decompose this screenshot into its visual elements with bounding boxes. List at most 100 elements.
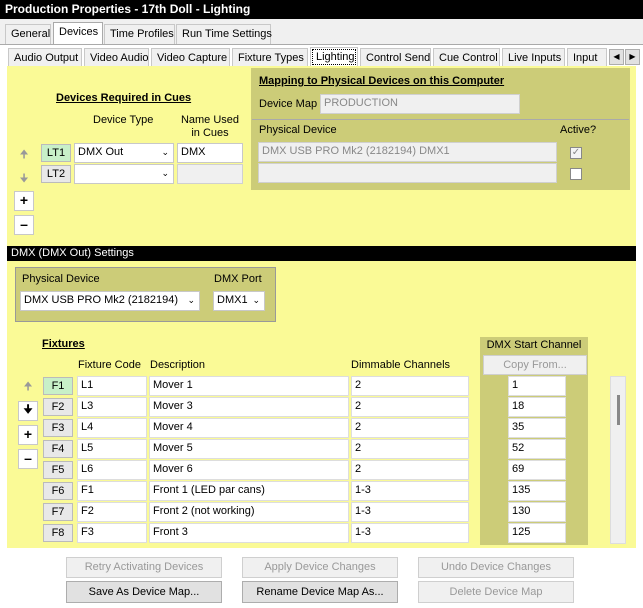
start-channel-cell[interactable]: 35: [508, 418, 566, 438]
copy-from-button[interactable]: Copy From...: [483, 355, 587, 375]
physical-device-select-1[interactable]: DMX USB PRO Mk2 (2182194) DMX1: [258, 142, 557, 162]
chevron-down-icon: ⌄: [187, 295, 195, 305]
rename-device-map-button[interactable]: Rename Device Map As...: [242, 581, 398, 603]
device-map-label: Device Map: [259, 98, 318, 110]
name-used-input-1[interactable]: DMX: [177, 143, 243, 163]
dimmable-cell[interactable]: 1-3: [351, 523, 469, 543]
start-channel-cell[interactable]: 125: [508, 523, 566, 543]
fixture-id[interactable]: F7: [43, 503, 73, 521]
fixture-code-cell[interactable]: L3: [77, 397, 147, 417]
retry-activating-button[interactable]: Retry Activating Devices: [66, 557, 222, 578]
start-channel-cell[interactable]: 1: [508, 376, 566, 396]
col-dmx-start: DMX Start Channel: [486, 339, 582, 351]
subtab-fixture-types[interactable]: Fixture Types: [232, 48, 308, 67]
subtab-control-send[interactable]: Control Send: [360, 48, 431, 67]
start-channel-cell[interactable]: 135: [508, 481, 566, 501]
dimmable-cell[interactable]: 1-3: [351, 481, 469, 501]
window-title: Production Properties - 17th Doll - Ligh…: [0, 0, 643, 19]
scrollbar-thumb[interactable]: [617, 395, 620, 425]
active-checkbox-2[interactable]: [570, 168, 582, 180]
start-channel-cell[interactable]: 52: [508, 439, 566, 459]
save-as-device-map-button[interactable]: Save As Device Map...: [66, 581, 222, 603]
start-channel-cell[interactable]: 18: [508, 397, 566, 417]
scroll-right-icon[interactable]: ▶: [625, 49, 640, 65]
physical-device-select[interactable]: DMX USB PRO Mk2 (2182194) ⌄: [20, 291, 200, 311]
subtab-cue-control[interactable]: Cue Control: [433, 48, 500, 67]
fixture-code-cell[interactable]: F3: [77, 523, 147, 543]
dimmable-cell[interactable]: 2: [351, 418, 469, 438]
move-down-icon[interactable]: 🠋: [14, 170, 34, 189]
description-cell[interactable]: Mover 6: [149, 460, 349, 480]
device-type-value: DMX Out: [78, 146, 124, 158]
fixture-id[interactable]: F3: [43, 419, 73, 437]
device-map-input[interactable]: PRODUCTION: [320, 94, 520, 114]
undo-device-changes-button[interactable]: Undo Device Changes: [418, 557, 574, 578]
name-used-input-2[interactable]: [177, 164, 243, 184]
fixture-id[interactable]: F4: [43, 440, 73, 458]
dimmable-cell[interactable]: 2: [351, 439, 469, 459]
col-active: Active?: [560, 124, 597, 136]
divider: [252, 119, 629, 120]
description-cell[interactable]: Mover 4: [149, 418, 349, 438]
subtab-audio-output[interactable]: Audio Output: [8, 48, 82, 67]
dimmable-cell[interactable]: 2: [351, 376, 469, 396]
subtab-input[interactable]: Input: [567, 48, 607, 67]
fixture-code-cell[interactable]: L1: [77, 376, 147, 396]
description-cell[interactable]: Mover 1: [149, 376, 349, 396]
dimmable-cell[interactable]: 2: [351, 460, 469, 480]
fixtures-heading: Fixtures: [42, 338, 85, 350]
add-device-button[interactable]: +: [14, 191, 34, 211]
fixture-move-up-icon[interactable]: 🠉: [18, 378, 38, 397]
device-code-lt2[interactable]: LT2: [41, 165, 71, 183]
fixture-code-cell[interactable]: L6: [77, 460, 147, 480]
remove-device-button[interactable]: –: [14, 215, 34, 235]
device-type-select-2[interactable]: ⌄: [74, 164, 174, 184]
subtab-video-capture[interactable]: Video Capture: [151, 48, 230, 67]
fixture-move-down-button[interactable]: 🠋: [18, 401, 38, 421]
subtab-live-inputs[interactable]: Live Inputs: [502, 48, 565, 67]
add-fixture-button[interactable]: +: [18, 425, 38, 445]
dmx-port-value: DMX1: [217, 294, 248, 306]
fixture-id[interactable]: F2: [43, 398, 73, 416]
mapping-heading: Mapping to Physical Devices on this Comp…: [259, 75, 505, 87]
fixtures-scrollbar[interactable]: [610, 376, 626, 544]
fixture-id[interactable]: F1: [43, 377, 73, 395]
dimmable-cell[interactable]: 2: [351, 397, 469, 417]
apply-device-changes-button[interactable]: Apply Device Changes: [242, 557, 398, 578]
fixture-id[interactable]: F8: [43, 524, 73, 542]
col-dimmable-channels: Dimmable Channels: [351, 359, 451, 371]
description-cell[interactable]: Front 2 (not working): [149, 502, 349, 522]
subtab-lighting[interactable]: Lighting: [310, 47, 358, 67]
description-cell[interactable]: Front 3: [149, 523, 349, 543]
tab-time-profiles[interactable]: Time Profiles: [104, 24, 175, 44]
description-cell[interactable]: Mover 3: [149, 397, 349, 417]
fixture-code-cell[interactable]: F1: [77, 481, 147, 501]
device-code-lt1[interactable]: LT1: [41, 144, 71, 162]
start-channel-cell[interactable]: 69: [508, 460, 566, 480]
tab-run-time-settings[interactable]: Run Time Settings: [176, 24, 272, 44]
fixture-code-cell[interactable]: L4: [77, 418, 147, 438]
start-channel-cell[interactable]: 130: [508, 502, 566, 522]
tab-general[interactable]: General: [5, 24, 51, 44]
delete-device-map-button[interactable]: Delete Device Map: [418, 581, 574, 603]
remove-fixture-button[interactable]: –: [18, 449, 38, 469]
description-cell[interactable]: Mover 5: [149, 439, 349, 459]
fixture-code-cell[interactable]: L5: [77, 439, 147, 459]
col-description: Description: [150, 359, 206, 371]
scroll-left-icon[interactable]: ◀: [609, 49, 624, 65]
fixture-id[interactable]: F6: [43, 482, 73, 500]
fixture-id[interactable]: F5: [43, 461, 73, 479]
chevron-down-icon: ⌄: [161, 168, 169, 178]
description-cell[interactable]: Front 1 (LED par cans): [149, 481, 349, 501]
move-up-icon[interactable]: 🠉: [14, 146, 34, 165]
subtab-video-audio[interactable]: Video Audio: [84, 48, 149, 67]
physical-device-select-2[interactable]: [258, 163, 557, 183]
dimmable-cell[interactable]: 1-3: [351, 502, 469, 522]
col-name-used: Name Used in Cues: [180, 114, 240, 139]
fixture-code-cell[interactable]: F2: [77, 502, 147, 522]
chevron-down-icon: ⌄: [161, 147, 169, 157]
dmx-port-select[interactable]: DMX1 ⌄: [213, 291, 265, 311]
device-type-select-1[interactable]: DMX Out ⌄: [74, 143, 174, 163]
active-checkbox-1[interactable]: ✓: [570, 147, 582, 159]
tab-devices[interactable]: Devices: [53, 22, 103, 45]
